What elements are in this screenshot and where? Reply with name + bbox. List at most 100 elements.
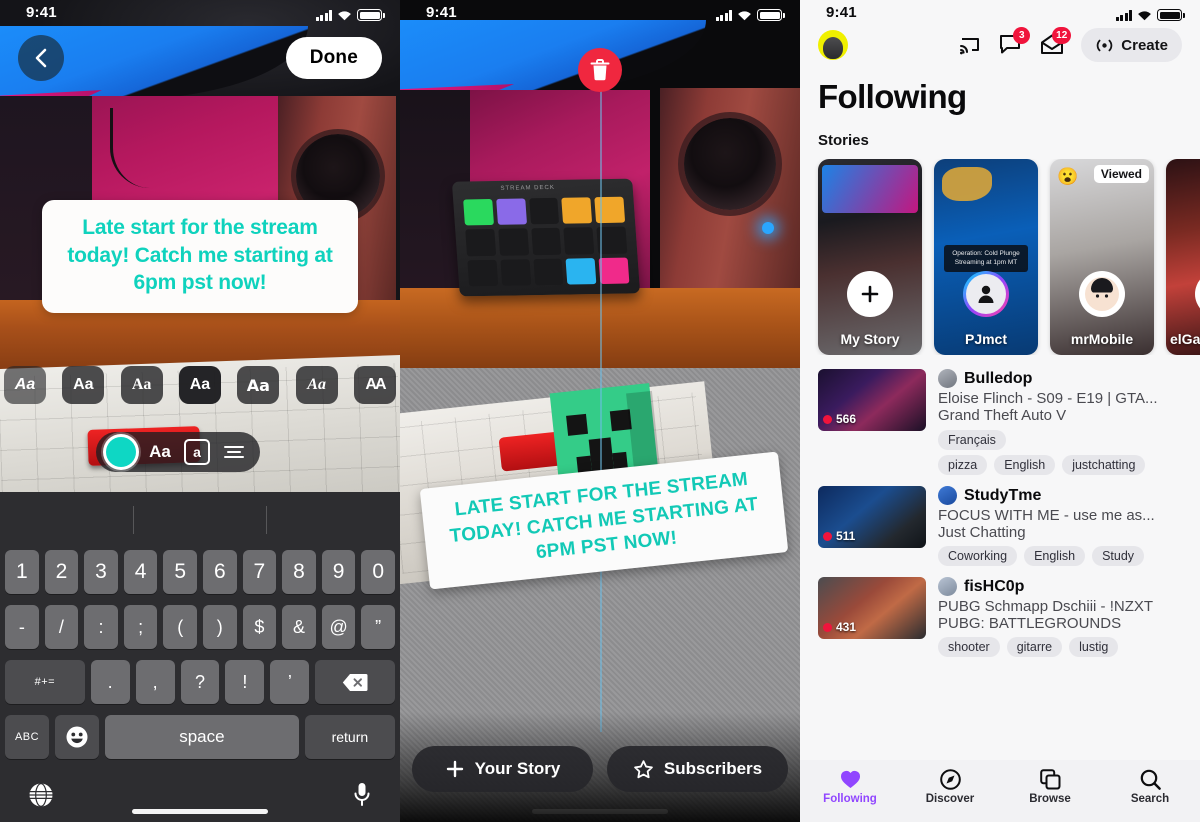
your-story-button[interactable]: Your Story xyxy=(412,746,593,792)
stream-game[interactable]: PUBG: BATTLEGROUNDS xyxy=(938,615,1182,632)
add-story-button[interactable] xyxy=(847,271,893,317)
text-overlay-box[interactable]: Late start for the stream today! Catch m… xyxy=(42,200,358,314)
stream-meta: Bulledop Eloise Flinch - S09 - E19 | GTA… xyxy=(938,369,1182,475)
bottom-navigation: Following Discover Browse Search xyxy=(800,760,1200,822)
led-light xyxy=(762,222,774,234)
done-button[interactable]: Done xyxy=(285,37,382,79)
story-card-my-story[interactable]: My Story xyxy=(818,159,922,355)
story-card-mrmobile[interactable]: 😮 Viewed mrMobile xyxy=(1050,159,1154,355)
key-0[interactable]: 0 xyxy=(361,550,395,594)
microphone-icon[interactable] xyxy=(352,781,372,809)
plus-icon xyxy=(861,285,879,303)
chat-button[interactable]: 3 xyxy=(999,27,1031,57)
nav-item-browse[interactable]: Browse xyxy=(1015,768,1085,805)
predictive-text-bar[interactable] xyxy=(0,492,400,550)
tag[interactable]: lustig xyxy=(1069,637,1119,657)
key-emoji[interactable] xyxy=(55,715,100,759)
globe-icon[interactable] xyxy=(28,782,54,808)
key-delete[interactable] xyxy=(315,660,396,704)
feed-header: 3 12 Create Following Stories xyxy=(800,0,1200,149)
stories-carousel[interactable]: My Story Operation: Cold Plunge Streamin… xyxy=(800,159,1200,355)
key-paren-close[interactable]: ) xyxy=(203,605,237,649)
font-option-6[interactable]: AA xyxy=(353,366,396,404)
key-comma[interactable]: , xyxy=(135,660,175,704)
font-option-2[interactable]: Aa xyxy=(120,366,163,404)
text-highlight-button[interactable]: a xyxy=(184,439,210,465)
key-abc[interactable]: ABC xyxy=(5,715,50,759)
font-option-5[interactable]: Aa xyxy=(295,366,338,404)
stream-game[interactable]: Grand Theft Auto V xyxy=(938,407,1182,424)
color-picker-swatch[interactable] xyxy=(106,437,136,467)
nav-item-discover[interactable]: Discover xyxy=(915,768,985,805)
key-3[interactable]: 3 xyxy=(84,550,118,594)
back-button[interactable] xyxy=(18,35,64,81)
tag[interactable]: pizza xyxy=(938,455,988,475)
channel-row[interactable]: Bulledop xyxy=(938,369,1182,388)
create-button[interactable]: Create xyxy=(1081,28,1182,62)
font-option-4[interactable]: Aa xyxy=(237,366,280,404)
key-symbols-toggle[interactable]: #+= xyxy=(4,660,85,704)
channel-row[interactable]: fisHC0p xyxy=(938,577,1182,596)
nav-item-search[interactable]: Search xyxy=(1115,768,1185,805)
channel-avatar xyxy=(938,577,957,596)
key-4[interactable]: 4 xyxy=(123,550,158,594)
story-avatar xyxy=(1079,271,1125,317)
tag[interactable]: English xyxy=(994,455,1056,475)
font-option-0[interactable]: Aa xyxy=(4,366,46,404)
key-apostrophe[interactable]: ’ xyxy=(270,660,310,704)
key-9[interactable]: 9 xyxy=(321,550,356,594)
subscribers-button[interactable]: Subscribers xyxy=(607,746,788,792)
key-7[interactable]: 7 xyxy=(242,550,277,594)
key-slash[interactable]: / xyxy=(44,605,79,649)
delete-sticker-button[interactable] xyxy=(578,48,622,92)
font-option-1[interactable]: Aa xyxy=(62,366,105,404)
mail-button[interactable]: 12 xyxy=(1040,27,1072,57)
stream-thumbnail[interactable]: 511 xyxy=(818,486,926,548)
tag[interactable]: justchatting xyxy=(1062,455,1146,475)
key-dollar[interactable]: $ xyxy=(242,605,277,649)
key-period[interactable]: . xyxy=(90,660,130,704)
stream-title: Eloise Flinch - S09 - E19 | GTA... xyxy=(938,390,1158,407)
key-8[interactable]: 8 xyxy=(282,550,316,594)
key-colon[interactable]: : xyxy=(84,605,118,649)
stream-thumbnail[interactable]: 566 xyxy=(818,369,926,431)
key-return[interactable]: return xyxy=(304,715,396,759)
key-semicolon[interactable]: ; xyxy=(123,605,158,649)
key-at[interactable]: @ xyxy=(321,605,356,649)
nav-item-following[interactable]: Following xyxy=(815,768,885,805)
key-5[interactable]: 5 xyxy=(163,550,197,594)
story-name: elGato xyxy=(1170,331,1200,347)
key-paren-open[interactable]: ( xyxy=(163,605,197,649)
stream-thumbnail[interactable]: 431 xyxy=(818,577,926,639)
tag[interactable]: Study xyxy=(1092,546,1145,566)
text-align-button[interactable] xyxy=(218,437,250,467)
key-2[interactable]: 2 xyxy=(44,550,79,594)
list-item[interactable]: 511 StudyTme FOCUS WITH ME - use me as..… xyxy=(818,486,1182,566)
list-item[interactable]: 566 Bulledop Eloise Flinch - S09 - E19 |… xyxy=(818,369,1182,475)
key-6[interactable]: 6 xyxy=(203,550,237,594)
text-size-button[interactable]: Aa xyxy=(144,437,176,467)
avatar[interactable] xyxy=(818,30,848,60)
cast-button[interactable] xyxy=(958,33,982,57)
key-ampersand[interactable]: & xyxy=(282,605,316,649)
align-lines-icon xyxy=(224,446,244,458)
key-question[interactable]: ? xyxy=(180,660,220,704)
key-1[interactable]: 1 xyxy=(5,550,39,594)
tag[interactable]: Coworking xyxy=(938,546,1018,566)
tag[interactable]: Français xyxy=(938,430,1006,450)
tag[interactable]: English xyxy=(1024,546,1086,566)
key-exclaim[interactable]: ! xyxy=(225,660,265,704)
font-option-3[interactable]: Aa xyxy=(178,366,221,404)
story-card-pjmct[interactable]: Operation: Cold Plunge Streaming at 1pm … xyxy=(934,159,1038,355)
story-avatar xyxy=(966,274,1006,314)
key-hyphen[interactable]: - xyxy=(5,605,39,649)
stream-game[interactable]: Just Chatting xyxy=(938,524,1182,541)
key-quote[interactable]: ” xyxy=(361,605,395,649)
tag[interactable]: shooter xyxy=(938,637,1000,657)
tag[interactable]: gitarre xyxy=(1006,637,1063,657)
story-card-elgato[interactable]: elGato xyxy=(1166,159,1200,355)
channel-row[interactable]: StudyTme xyxy=(938,486,1182,505)
list-item[interactable]: 431 fisHC0p PUBG Schmapp Dschiii - !NZXT… xyxy=(818,577,1182,657)
key-space[interactable]: space xyxy=(105,715,299,759)
viewer-count: 511 xyxy=(823,529,855,543)
